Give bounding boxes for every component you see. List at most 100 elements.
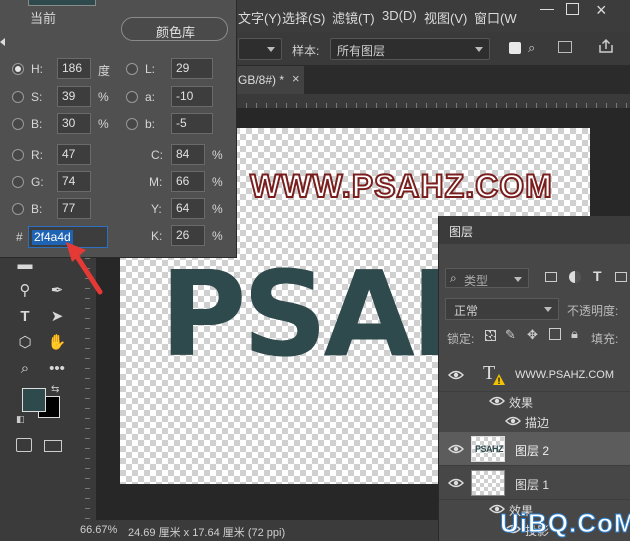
layer-filter-dropdown[interactable]: ⌕ 类型 (445, 268, 529, 288)
menu-select[interactable]: 选择(S) (282, 8, 325, 27)
zoom-level[interactable]: 66.67% (80, 524, 117, 536)
layer-row-layer-2[interactable]: PSAHZ 图层 2 (439, 432, 630, 466)
dodge-tool-icon[interactable]: ⚲ (14, 280, 36, 302)
layer-effect-stroke-row[interactable]: 描边 (439, 412, 630, 430)
radio-h[interactable] (12, 63, 24, 75)
layers-tab[interactable]: 图层 (449, 223, 473, 240)
screen-mode-icon[interactable] (44, 440, 62, 452)
blend-mode-dropdown[interactable]: 正常 (445, 298, 559, 320)
type-tool-icon[interactable]: T (14, 306, 36, 328)
radio-l[interactable] (126, 63, 138, 75)
menu-view[interactable]: 视图(V) (424, 8, 467, 27)
m-unit: % (212, 175, 223, 189)
g-field[interactable]: 74 (57, 171, 91, 192)
more-tools-icon[interactable]: ••• (46, 358, 68, 380)
maximize-icon[interactable] (566, 3, 579, 15)
a-field[interactable]: -10 (171, 86, 213, 107)
radio-brightness[interactable] (12, 118, 24, 130)
blend-mode-value: 正常 (454, 304, 479, 318)
search-icon[interactable]: ⌕ (528, 40, 535, 56)
foreground-color-swatch[interactable] (22, 388, 46, 412)
lock-label: 锁定: (447, 332, 475, 346)
eye-icon[interactable] (505, 415, 521, 427)
c-field[interactable]: 84 (171, 144, 205, 165)
close-icon[interactable]: × (596, 0, 607, 21)
zoom-tool-icon[interactable]: ⌕ (14, 358, 36, 380)
document-tab-title: GB/8#) * (238, 73, 285, 87)
minimize-icon[interactable] (540, 9, 554, 10)
swap-colors-icon[interactable]: ⇆ (51, 384, 59, 395)
layer-row-text[interactable]: T WWW.PSAHZ.COM (439, 358, 630, 392)
eye-icon[interactable] (448, 369, 464, 381)
document-tab[interactable]: GB/8#) * × (236, 66, 304, 94)
h-unit: 度 (98, 64, 111, 78)
hand-tool-icon[interactable]: ✋ (46, 332, 68, 354)
layer-name: WWW.PSAHZ.COM (515, 369, 614, 381)
m-field[interactable]: 66 (171, 171, 205, 192)
h-field[interactable]: 186 (57, 58, 91, 79)
color-library-button[interactable]: 颜色库 (121, 17, 228, 41)
lock-all-icon[interactable]: 🔒︎ (571, 326, 578, 342)
s-field[interactable]: 39 (57, 86, 91, 107)
current-label: 当前 (30, 11, 57, 26)
eye-icon[interactable] (448, 443, 464, 455)
k-label: K: (151, 229, 163, 243)
shape-tool-icon[interactable]: ⬡ (14, 332, 36, 354)
layer-row-layer-1[interactable]: 图层 1 (439, 466, 630, 500)
path-selection-icon[interactable]: ➤ (46, 306, 68, 328)
frame-icon[interactable] (558, 41, 572, 53)
filter-adjust-icon[interactable] (569, 271, 581, 283)
layer-effects-row[interactable]: 效果 (439, 392, 630, 410)
radio-lab-b[interactable] (126, 118, 138, 130)
lock-transparent-icon[interactable] (485, 330, 496, 341)
horizontal-ruler (236, 94, 630, 108)
menu-3d[interactable]: 3D(D) (382, 8, 417, 23)
menu-window[interactable]: 窗口(W (474, 8, 517, 27)
filter-pixel-icon[interactable] (545, 272, 557, 282)
eye-icon[interactable] (448, 477, 464, 489)
k-unit: % (212, 229, 223, 243)
filter-shape-icon[interactable] (615, 272, 627, 282)
l-field[interactable]: 29 (171, 58, 213, 79)
h-label: H: (31, 62, 43, 76)
menu-type[interactable]: 文字(Y) (238, 8, 281, 27)
color-library-label: 颜色库 (156, 25, 196, 40)
lock-brush-icon[interactable]: ✎ (505, 327, 516, 343)
search-icon: ⌕ (450, 271, 457, 285)
lock-move-icon[interactable]: ✥ (527, 327, 538, 343)
watermark-text-layer: WWW.PSAHZ.COM (249, 167, 553, 205)
brightness-label: B: (31, 117, 43, 131)
radio-a[interactable] (126, 91, 138, 103)
size-dropdown[interactable] (238, 38, 282, 60)
layer-thumbnail (471, 470, 505, 496)
quick-mask-icon[interactable] (16, 438, 32, 452)
radio-blue[interactable] (12, 203, 24, 215)
layer-thumbnail: PSAHZ (471, 436, 505, 462)
radio-s[interactable] (12, 91, 24, 103)
color-picker-panel: 当前 颜色库 H: 186 度 S: 39 % B: 30 % L: 29 a:… (0, 0, 237, 258)
k-field[interactable]: 26 (171, 225, 205, 246)
menu-filter[interactable]: 滤镜(T) (332, 8, 375, 27)
s-unit: % (98, 90, 109, 104)
eye-icon[interactable] (489, 395, 505, 407)
lab-b-field[interactable]: -5 (171, 113, 213, 134)
r-field[interactable]: 47 (57, 144, 91, 165)
tab-close-icon[interactable]: × (292, 71, 300, 86)
layers-panel-header: 图层 (439, 216, 630, 244)
filter-type-icon[interactable]: T (593, 268, 602, 284)
blue-field[interactable]: 77 (57, 198, 91, 219)
brightness-field[interactable]: 30 (57, 113, 91, 134)
sample-dropdown[interactable]: 所有图层 (330, 38, 490, 60)
radio-g[interactable] (12, 176, 24, 188)
lock-artboard-icon[interactable] (549, 328, 561, 340)
brightness-unit: % (98, 117, 109, 131)
stroke-effect-label: 描边 (525, 416, 550, 430)
checkbox[interactable] (509, 42, 521, 54)
warning-icon (493, 374, 505, 385)
radio-r[interactable] (12, 149, 24, 161)
m-label: M: (149, 175, 163, 189)
share-icon[interactable] (598, 38, 614, 54)
default-colors-icon[interactable]: ◧ (16, 414, 25, 425)
chevron-down-icon (514, 277, 522, 282)
y-field[interactable]: 64 (171, 198, 205, 219)
